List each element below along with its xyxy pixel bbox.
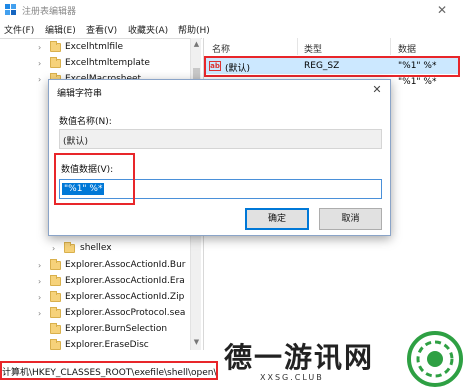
- tree-item[interactable]: › Explorer.AssocActionId.Era: [0, 274, 190, 290]
- tree-item-label: Excelhtmlfile: [65, 42, 124, 52]
- tree-item[interactable]: › Excelhtmltemplate: [0, 56, 190, 72]
- tree-item-label: Explorer.AssocActionId.Zip: [65, 292, 185, 302]
- folder-icon: [64, 242, 75, 253]
- watermark-logo-icon: [407, 331, 463, 387]
- tree-item-label: Explorer.EraseDisc: [65, 340, 149, 350]
- watermark-title: 德一游讯网: [224, 341, 375, 374]
- tree-item[interactable]: Explorer.BurnSelection: [0, 322, 190, 338]
- folder-icon: [50, 275, 61, 286]
- menu-edit[interactable]: 编辑(E): [45, 23, 76, 36]
- window-close-icon[interactable]: ✕: [422, 2, 462, 18]
- chevron-right-icon[interactable]: ›: [38, 261, 47, 271]
- watermark-subtitle: XXSG.CLUB: [260, 373, 324, 382]
- chevron-right-icon[interactable]: ›: [52, 244, 61, 254]
- tree-item[interactable]: › Explorer.AssocProtocol.sea: [0, 306, 190, 322]
- folder-icon: [50, 259, 61, 270]
- menu-favorites[interactable]: 收藏夹(A): [128, 23, 168, 36]
- value-name-field[interactable]: (默认): [59, 129, 382, 149]
- menu-view[interactable]: 查看(V): [86, 23, 117, 36]
- tree-item[interactable]: › shellex: [0, 241, 190, 257]
- chevron-right-icon[interactable]: ›: [38, 309, 47, 319]
- highlight-box: [204, 56, 460, 77]
- scroll-down-icon[interactable]: ▼: [191, 336, 202, 348]
- tree-item-label: Excelhtmltemplate: [65, 58, 150, 68]
- highlight-box: [54, 153, 135, 205]
- tree-item[interactable]: › Explorer.AssocActionId.Zip: [0, 290, 190, 306]
- dialog-title: 编辑字符串: [57, 89, 103, 99]
- chevron-right-icon[interactable]: ›: [38, 293, 47, 303]
- folder-icon: [50, 291, 61, 302]
- chevron-right-icon[interactable]: ›: [38, 277, 47, 287]
- chevron-right-icon[interactable]: ›: [38, 75, 47, 85]
- value-name-label: 数值名称(N):: [59, 117, 112, 127]
- folder-icon: [50, 41, 61, 52]
- folder-icon: [50, 307, 61, 318]
- tree-item-label: Explorer.BurnSelection: [65, 324, 168, 334]
- chevron-right-icon[interactable]: ›: [38, 43, 47, 53]
- column-header-type[interactable]: 类型: [304, 42, 322, 55]
- folder-icon: [50, 323, 61, 334]
- tree-item-label: Explorer.AssocActionId.Bur: [65, 260, 186, 270]
- window-title: 注册表编辑器: [22, 7, 77, 17]
- regedit-icon: [5, 4, 16, 15]
- menu-file[interactable]: 文件(F): [4, 23, 34, 36]
- tree-item[interactable]: › Excelhtmlfile: [0, 40, 190, 56]
- tree-item-label: Explorer.AssocActionId.Era: [65, 276, 185, 286]
- tree-item[interactable]: › Explorer.AssocActionId.Bur: [0, 258, 190, 274]
- chevron-right-icon[interactable]: ›: [38, 59, 47, 69]
- dialog-close-icon[interactable]: ✕: [370, 83, 384, 97]
- tree-item-label: Explorer.AssocProtocol.sea: [65, 308, 186, 318]
- folder-icon: [50, 339, 61, 350]
- tree-item[interactable]: Explorer.EraseDisc: [0, 338, 190, 354]
- column-header-data[interactable]: 数据: [398, 42, 416, 55]
- menu-help[interactable]: 帮助(H): [178, 23, 210, 36]
- column-divider[interactable]: [390, 38, 391, 55]
- title-bar: 注册表编辑器 ✕: [0, 0, 466, 20]
- ok-button[interactable]: 确定: [245, 208, 309, 230]
- column-divider[interactable]: [297, 38, 298, 55]
- column-header-name[interactable]: 名称: [212, 42, 230, 55]
- folder-icon: [50, 57, 61, 68]
- value-data: "%1" %*: [398, 77, 437, 87]
- menu-bar: 文件(F) 编辑(E) 查看(V) 收藏夹(A) 帮助(H): [0, 21, 466, 37]
- cancel-button[interactable]: 取消: [319, 208, 382, 230]
- tree-item-label: shellex: [80, 243, 112, 253]
- scroll-up-icon[interactable]: ▲: [191, 38, 202, 50]
- highlight-box: [0, 361, 218, 380]
